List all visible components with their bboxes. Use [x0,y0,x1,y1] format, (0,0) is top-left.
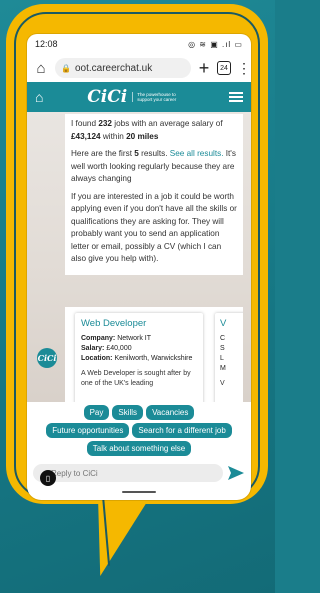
job-cards-carousel[interactable]: Web Developer Company: Network IT Salary… [65,307,243,417]
job-card-next[interactable]: V C S L M V [215,313,243,413]
message-paragraph-3: If you are interested in a job it could … [71,191,237,264]
url-field[interactable]: 🔒 oot.careerchat.uk [55,58,191,78]
job-line-next: C [220,335,226,342]
site-home-icon[interactable]: ⌂ [35,89,43,105]
quick-reply-vacancies[interactable]: Vacancies [146,405,195,420]
reply-bar [27,462,251,484]
quick-reply-pay[interactable]: Pay [83,405,110,420]
tab-count-button[interactable]: 24 [217,61,231,75]
job-salary: Salary: £40,000 [81,345,132,352]
job-line-next: V [220,380,225,387]
send-icon[interactable] [227,465,245,481]
home-indicator [122,491,156,493]
job-title-next: V [220,318,227,329]
hamburger-menu-icon[interactable] [228,92,243,102]
site-header: ⌂ CiCi The powerhouse to support your ca… [27,82,251,112]
quick-reply-row: Future opportunities Search for a differ… [27,423,251,438]
quick-reply-skills[interactable]: Skills [112,405,144,420]
status-time: 12:08 [35,39,58,49]
phone-screen: 12:08 ◎ ≋ ▣ .ıl ▭ ⌂ 🔒 oot.careerchat.uk … [27,34,251,500]
quick-reply-something-else[interactable]: Talk about something else [86,441,192,456]
logo-text: CiCi [87,87,128,107]
new-tab-icon[interactable]: + [197,58,211,79]
url-text: oot.careerchat.uk [74,62,153,74]
job-description: A Web Developer is sought after by one o… [81,370,191,387]
quick-reply-row: Pay Skills Vacancies [27,405,251,420]
home-icon[interactable]: ⌂ [33,60,49,77]
job-title[interactable]: Web Developer [81,318,197,329]
quick-reply-future-opportunities[interactable]: Future opportunities [46,423,130,438]
job-card[interactable]: Web Developer Company: Network IT Salary… [75,313,203,413]
kebab-menu-icon[interactable]: ⋮ [237,60,251,77]
message-paragraph-1: I found 232 jobs with an average salary … [71,119,223,141]
reply-input[interactable] [33,464,223,482]
browser-toolbar: ⌂ 🔒 oot.careerchat.uk + 24 ⋮ [27,54,251,82]
message-paragraph-2: Here are the first 5 results. See all re… [71,149,236,183]
job-company: Company: Network IT [81,335,152,342]
site-logo[interactable]: CiCi The powerhouse to support your care… [87,87,185,107]
see-all-results-link[interactable]: See all results. [170,149,224,158]
status-icons: ◎ ≋ ▣ .ıl ▭ [188,39,243,49]
job-line-next: L [220,355,224,362]
logo-tagline: The powerhouse to support your career [132,92,185,102]
job-line-next: M [220,365,226,372]
bot-message: I found 232 jobs with an average salary … [65,114,243,275]
quick-replies: Pay Skills Vacancies Future opportunitie… [27,402,251,460]
job-line-next: S [220,345,225,352]
quick-reply-row: Talk about something else [27,441,251,456]
lock-icon: 🔒 [61,63,71,73]
rotate-screen-icon[interactable]: ▯ [40,470,56,486]
job-location: Location: Kenilworth, Warwickshire [81,355,193,362]
quick-reply-different-job[interactable]: Search for a different job [132,423,232,438]
cici-avatar: CiCi [37,348,57,368]
status-bar: 12:08 ◎ ≋ ▣ .ıl ▭ [27,34,251,54]
chat-area: I found 232 jobs with an average salary … [27,112,251,417]
